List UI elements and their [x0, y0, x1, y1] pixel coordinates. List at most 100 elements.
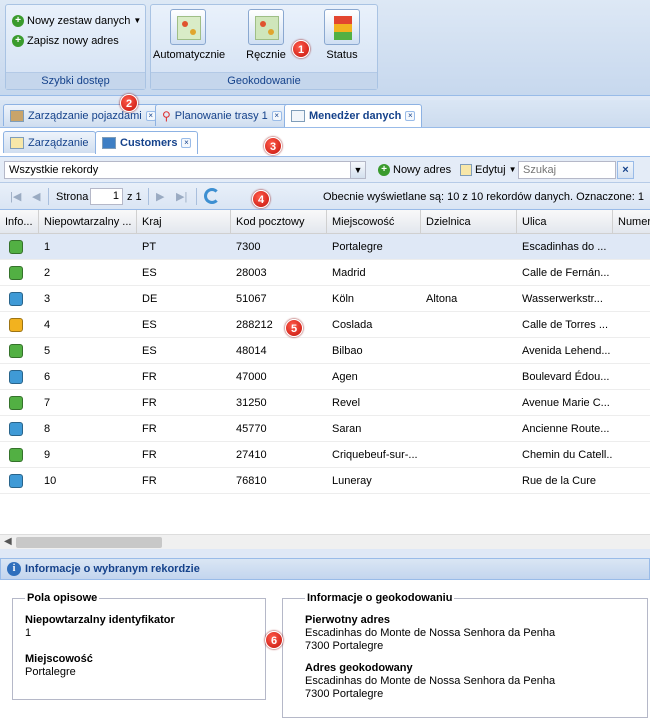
table-icon: [291, 110, 305, 122]
column-header-zip[interactable]: Kod pocztowy: [231, 210, 327, 234]
status-label: Status: [326, 49, 358, 61]
manual-geocode-button[interactable]: Ręcznie: [231, 9, 301, 71]
table-row[interactable]: 5 ES 48014 Bilbao Avenida Lehend...: [0, 338, 650, 364]
close-icon[interactable]: ×: [405, 111, 416, 121]
table-row[interactable]: 10 FR 76810 Luneray Rue de la Cure: [0, 468, 650, 494]
table-row[interactable]: 2 ES 28003 Madrid Calle de Fernán...: [0, 260, 650, 286]
chevron-down-icon[interactable]: ▼: [350, 162, 365, 178]
auto-geocode-label: Automatycznie: [153, 49, 226, 61]
country-cell: FR: [142, 397, 157, 409]
status-icon: [9, 396, 23, 410]
country-cell: ES: [142, 345, 157, 357]
column-header-street[interactable]: Ulica: [517, 210, 613, 234]
quick-access-group: + Nowy zestaw danych ▼ + Zapisz nowy adr…: [5, 4, 146, 90]
table-row[interactable]: 8 FR 45770 Saran Ancienne Route...: [0, 416, 650, 442]
page-number-input[interactable]: 1: [90, 188, 123, 205]
grid-header: Info... Niepowtarzalny ... Kraj Kod pocz…: [0, 210, 650, 234]
column-header-number[interactable]: Numer: [613, 210, 650, 234]
status-icon: [9, 266, 23, 280]
tab-vehicle-management[interactable]: Zarządzanie pojazdami ×: [3, 104, 163, 126]
zip-cell: 76810: [236, 475, 267, 487]
table-row[interactable]: 6 FR 47000 Agen Boulevard Édou...: [0, 364, 650, 390]
zip-cell: 45770: [236, 423, 267, 435]
close-icon[interactable]: ×: [181, 138, 192, 148]
zip-cell: 47000: [236, 371, 267, 383]
id-field-label: Niepowtarzalny identyfikator: [25, 614, 175, 626]
pins-icon: ⚲: [162, 108, 171, 123]
status-button[interactable]: Status: [307, 9, 377, 71]
edit-button[interactable]: Edytuj ▼: [460, 162, 517, 178]
id-cell: 6: [44, 371, 51, 383]
column-header-country[interactable]: Kraj: [137, 210, 231, 234]
city-cell: Revel: [332, 397, 361, 409]
status-icon: [9, 318, 23, 332]
district-cell: [421, 364, 517, 390]
clear-search-button[interactable]: ×: [617, 161, 634, 179]
tab-customers[interactable]: Customers ×: [95, 131, 199, 154]
zip-cell: 48014: [236, 345, 267, 357]
edit-label: Edytuj: [475, 164, 506, 176]
detail-panel-title: Informacje o wybranym rekordzie: [25, 563, 200, 575]
geocoding-info-legend: Informacje o geokodowaniu: [307, 592, 453, 604]
tab-management[interactable]: Zarządzanie: [3, 131, 96, 153]
descriptive-fields-fieldset: Pola opisowe Niepowtarzalny identyfikato…: [12, 592, 266, 700]
city-cell: Saran: [332, 423, 362, 435]
save-address-button[interactable]: + Zapisz nowy adres: [12, 33, 119, 49]
city-cell: Luneray: [332, 475, 372, 487]
paging-toolbar: |◀ ◀ Strona 1 z 1 ▶ ▶| Obecnie wyświetla…: [0, 183, 650, 210]
auto-geocode-button[interactable]: Automatycznie: [153, 9, 226, 71]
geocoded-address-label: Adres geokodowany: [305, 662, 413, 674]
map-hand-icon: [248, 9, 284, 45]
status-icon: [9, 422, 23, 436]
city-cell: Portalegre: [332, 241, 383, 253]
new-dataset-button[interactable]: + Nowy zestaw danych ▼: [12, 13, 141, 29]
table-row[interactable]: 7 FR 31250 Revel Avenue Marie C...: [0, 390, 650, 416]
new-address-button[interactable]: + Nowy adres: [378, 162, 451, 178]
record-filter-value: Wszystkie rekordy: [9, 164, 99, 176]
first-page-icon[interactable]: |◀: [10, 189, 21, 205]
column-header-id[interactable]: Niepowtarzalny ...: [39, 210, 137, 234]
edit-icon: [460, 164, 472, 176]
table-row[interactable]: 4 ES 288212 Coslada Calle de Torres ...: [0, 312, 650, 338]
city-cell: Bilbao: [332, 345, 363, 357]
scroll-left-icon[interactable]: ◀: [4, 536, 12, 547]
status-icon: [9, 344, 23, 358]
callout-marker: 6: [265, 631, 283, 649]
status-icon: [9, 474, 23, 488]
refresh-icon[interactable]: [204, 188, 220, 204]
city-field-label: Miejscowość: [25, 653, 93, 665]
close-icon[interactable]: ×: [271, 110, 282, 121]
table-icon: [102, 137, 116, 149]
traffic-status-icon: [324, 9, 360, 45]
table-row[interactable]: 9 FR 27410 Criquebeuf-sur-... Chemin du Cate…: [0, 442, 650, 468]
panel-splitter[interactable]: [0, 549, 650, 555]
tab-route-planning[interactable]: ⚲ Planowanie trasy 1 ×: [155, 104, 289, 126]
zip-cell: 31250: [236, 397, 267, 409]
scrollbar-thumb[interactable]: [16, 537, 162, 548]
id-cell: 3: [44, 293, 51, 305]
map-auto-icon: [170, 9, 206, 45]
country-cell: FR: [142, 475, 157, 487]
search-input[interactable]: [518, 161, 616, 179]
last-page-icon[interactable]: ▶|: [176, 189, 187, 205]
original-address-line2: 7300 Portalegre: [305, 640, 384, 652]
district-cell: [421, 390, 517, 416]
column-header-info[interactable]: Info...: [0, 210, 39, 234]
status-icon: [9, 448, 23, 462]
save-address-label: Zapisz nowy adres: [27, 35, 119, 47]
city-cell: Madrid: [332, 267, 366, 279]
table-row[interactable]: 1 PT 7300 Portalegre Escadinhas do ...: [0, 234, 650, 260]
column-header-district[interactable]: Dzielnica: [421, 210, 517, 234]
record-filter-select[interactable]: Wszystkie rekordy ▼: [4, 161, 366, 179]
tab-data-manager[interactable]: Menedżer danych ×: [284, 104, 423, 127]
prev-page-icon[interactable]: ◀: [32, 189, 40, 205]
horizontal-scrollbar[interactable]: ◀: [0, 534, 650, 549]
geocoded-address-line2: 7300 Portalegre: [305, 688, 384, 700]
district-cell: [421, 416, 517, 442]
geocoding-title: Geokodowanie: [151, 72, 377, 89]
detail-panel-header[interactable]: i Informacje o wybranym rekordzie: [0, 558, 650, 580]
table-row[interactable]: 3 DE 51067 Köln Altona Wasserwerkstr...: [0, 286, 650, 312]
column-header-city[interactable]: Miejscowość: [327, 210, 421, 234]
callout-marker: 4: [252, 190, 270, 208]
next-page-icon[interactable]: ▶: [156, 189, 164, 205]
